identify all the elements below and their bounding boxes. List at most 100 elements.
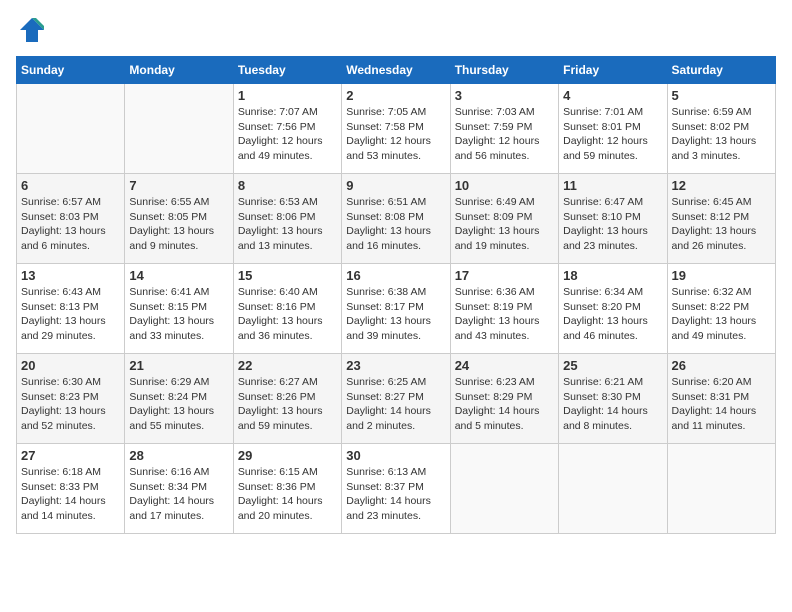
day-number: 17 <box>455 268 554 283</box>
day-number: 7 <box>129 178 228 193</box>
calendar-cell: 17 Sunrise: 6:36 AM Sunset: 8:19 PM Dayli… <box>450 264 558 354</box>
calendar-cell: 22 Sunrise: 6:27 AM Sunset: 8:26 PM Dayli… <box>233 354 341 444</box>
calendar-cell: 11 Sunrise: 6:47 AM Sunset: 8:10 PM Dayli… <box>559 174 667 264</box>
calendar-cell: 12Sunrise: 6:45 AM Sunset: 8:12 PM Dayli… <box>667 174 775 264</box>
day-info: Sunrise: 6:23 AM Sunset: 8:29 PM Dayligh… <box>455 375 554 434</box>
calendar-cell <box>559 444 667 534</box>
calendar-week-row: 20 Sunrise: 6:30 AM Sunset: 8:23 PM Dayli… <box>17 354 776 444</box>
day-number: 3 <box>455 88 554 103</box>
weekday-header-saturday: Saturday <box>667 57 775 84</box>
day-info: Sunrise: 6:34 AM Sunset: 8:20 PM Dayligh… <box>563 285 662 344</box>
calendar-cell: 21 Sunrise: 6:29 AM Sunset: 8:24 PM Dayli… <box>125 354 233 444</box>
calendar-cell: 25 Sunrise: 6:21 AM Sunset: 8:30 PM Dayli… <box>559 354 667 444</box>
weekday-header-wednesday: Wednesday <box>342 57 450 84</box>
logo <box>16 16 46 44</box>
calendar-cell: 27 Sunrise: 6:18 AM Sunset: 8:33 PM Dayli… <box>17 444 125 534</box>
calendar-cell: 2Sunrise: 7:05 AM Sunset: 7:58 PM Daylig… <box>342 84 450 174</box>
day-info: Sunrise: 6:20 AM Sunset: 8:31 PM Dayligh… <box>672 375 771 434</box>
day-number: 24 <box>455 358 554 373</box>
day-number: 21 <box>129 358 228 373</box>
calendar-cell <box>125 84 233 174</box>
calendar-cell: 28Sunrise: 6:16 AM Sunset: 8:34 PM Dayli… <box>125 444 233 534</box>
day-info: Sunrise: 6:38 AM Sunset: 8:17 PM Dayligh… <box>346 285 445 344</box>
calendar-cell: 5 Sunrise: 6:59 AM Sunset: 8:02 PM Daylig… <box>667 84 775 174</box>
calendar-cell <box>667 444 775 534</box>
day-number: 5 <box>672 88 771 103</box>
weekday-header-thursday: Thursday <box>450 57 558 84</box>
day-number: 2 <box>346 88 445 103</box>
calendar-cell: 4 Sunrise: 7:01 AM Sunset: 8:01 PM Daylig… <box>559 84 667 174</box>
day-info: Sunrise: 6:30 AM Sunset: 8:23 PM Dayligh… <box>21 375 120 434</box>
calendar-cell: 16 Sunrise: 6:38 AM Sunset: 8:17 PM Dayli… <box>342 264 450 354</box>
calendar-cell: 8 Sunrise: 6:53 AM Sunset: 8:06 PM Daylig… <box>233 174 341 264</box>
day-number: 22 <box>238 358 337 373</box>
day-info: Sunrise: 6:32 AM Sunset: 8:22 PM Dayligh… <box>672 285 771 344</box>
day-number: 1 <box>238 88 337 103</box>
day-number: 27 <box>21 448 120 463</box>
day-number: 19 <box>672 268 771 283</box>
calendar-cell <box>450 444 558 534</box>
day-number: 29 <box>238 448 337 463</box>
calendar-table: SundayMondayTuesdayWednesdayThursdayFrid… <box>16 56 776 534</box>
calendar-cell <box>17 84 125 174</box>
day-number: 4 <box>563 88 662 103</box>
calendar-cell: 15 Sunrise: 6:40 AM Sunset: 8:16 PM Dayli… <box>233 264 341 354</box>
day-info: Sunrise: 6:13 AM Sunset: 8:37 PM Dayligh… <box>346 465 445 524</box>
day-number: 20 <box>21 358 120 373</box>
calendar-cell: 6 Sunrise: 6:57 AM Sunset: 8:03 PM Daylig… <box>17 174 125 264</box>
day-info: Sunrise: 7:03 AM Sunset: 7:59 PM Dayligh… <box>455 105 554 164</box>
day-number: 30 <box>346 448 445 463</box>
day-number: 10 <box>455 178 554 193</box>
day-number: 14 <box>129 268 228 283</box>
calendar-cell: 3 Sunrise: 7:03 AM Sunset: 7:59 PM Daylig… <box>450 84 558 174</box>
day-number: 18 <box>563 268 662 283</box>
weekday-header-row: SundayMondayTuesdayWednesdayThursdayFrid… <box>17 57 776 84</box>
day-info: Sunrise: 6:49 AM Sunset: 8:09 PM Dayligh… <box>455 195 554 254</box>
calendar-cell: 18 Sunrise: 6:34 AM Sunset: 8:20 PM Dayli… <box>559 264 667 354</box>
day-number: 25 <box>563 358 662 373</box>
day-number: 11 <box>563 178 662 193</box>
calendar-week-row: 6 Sunrise: 6:57 AM Sunset: 8:03 PM Daylig… <box>17 174 776 264</box>
day-info: Sunrise: 7:01 AM Sunset: 8:01 PM Dayligh… <box>563 105 662 164</box>
calendar-week-row: 13Sunrise: 6:43 AM Sunset: 8:13 PM Dayli… <box>17 264 776 354</box>
calendar-cell: 19 Sunrise: 6:32 AM Sunset: 8:22 PM Dayli… <box>667 264 775 354</box>
day-info: Sunrise: 6:41 AM Sunset: 8:15 PM Dayligh… <box>129 285 228 344</box>
day-info: Sunrise: 7:07 AM Sunset: 7:56 PM Dayligh… <box>238 105 337 164</box>
calendar-cell: 29 Sunrise: 6:15 AM Sunset: 8:36 PM Dayli… <box>233 444 341 534</box>
calendar-cell: 10 Sunrise: 6:49 AM Sunset: 8:09 PM Dayli… <box>450 174 558 264</box>
day-info: Sunrise: 6:27 AM Sunset: 8:26 PM Dayligh… <box>238 375 337 434</box>
day-number: 9 <box>346 178 445 193</box>
day-info: Sunrise: 6:15 AM Sunset: 8:36 PM Dayligh… <box>238 465 337 524</box>
calendar-cell: 26 Sunrise: 6:20 AM Sunset: 8:31 PM Dayli… <box>667 354 775 444</box>
calendar-cell: 1 Sunrise: 7:07 AM Sunset: 7:56 PM Daylig… <box>233 84 341 174</box>
day-number: 8 <box>238 178 337 193</box>
calendar-cell: 20 Sunrise: 6:30 AM Sunset: 8:23 PM Dayli… <box>17 354 125 444</box>
calendar-cell: 13Sunrise: 6:43 AM Sunset: 8:13 PM Dayli… <box>17 264 125 354</box>
weekday-header-sunday: Sunday <box>17 57 125 84</box>
day-info: Sunrise: 6:57 AM Sunset: 8:03 PM Dayligh… <box>21 195 120 254</box>
day-info: Sunrise: 6:51 AM Sunset: 8:08 PM Dayligh… <box>346 195 445 254</box>
day-number: 6 <box>21 178 120 193</box>
day-number: 26 <box>672 358 771 373</box>
day-info: Sunrise: 6:25 AM Sunset: 8:27 PM Dayligh… <box>346 375 445 434</box>
day-info: Sunrise: 6:36 AM Sunset: 8:19 PM Dayligh… <box>455 285 554 344</box>
day-info: Sunrise: 6:16 AM Sunset: 8:34 PM Dayligh… <box>129 465 228 524</box>
day-info: Sunrise: 6:29 AM Sunset: 8:24 PM Dayligh… <box>129 375 228 434</box>
weekday-header-tuesday: Tuesday <box>233 57 341 84</box>
day-info: Sunrise: 6:59 AM Sunset: 8:02 PM Dayligh… <box>672 105 771 164</box>
day-info: Sunrise: 6:40 AM Sunset: 8:16 PM Dayligh… <box>238 285 337 344</box>
weekday-header-friday: Friday <box>559 57 667 84</box>
calendar-cell: 23 Sunrise: 6:25 AM Sunset: 8:27 PM Dayli… <box>342 354 450 444</box>
day-number: 23 <box>346 358 445 373</box>
day-info: Sunrise: 6:47 AM Sunset: 8:10 PM Dayligh… <box>563 195 662 254</box>
calendar-cell: 7Sunrise: 6:55 AM Sunset: 8:05 PM Daylig… <box>125 174 233 264</box>
weekday-header-monday: Monday <box>125 57 233 84</box>
day-info: Sunrise: 6:21 AM Sunset: 8:30 PM Dayligh… <box>563 375 662 434</box>
day-info: Sunrise: 6:53 AM Sunset: 8:06 PM Dayligh… <box>238 195 337 254</box>
day-info: Sunrise: 6:18 AM Sunset: 8:33 PM Dayligh… <box>21 465 120 524</box>
calendar-cell: 24 Sunrise: 6:23 AM Sunset: 8:29 PM Dayli… <box>450 354 558 444</box>
day-number: 16 <box>346 268 445 283</box>
calendar-cell: 30 Sunrise: 6:13 AM Sunset: 8:37 PM Dayli… <box>342 444 450 534</box>
day-number: 15 <box>238 268 337 283</box>
calendar-cell: 14 Sunrise: 6:41 AM Sunset: 8:15 PM Dayli… <box>125 264 233 354</box>
